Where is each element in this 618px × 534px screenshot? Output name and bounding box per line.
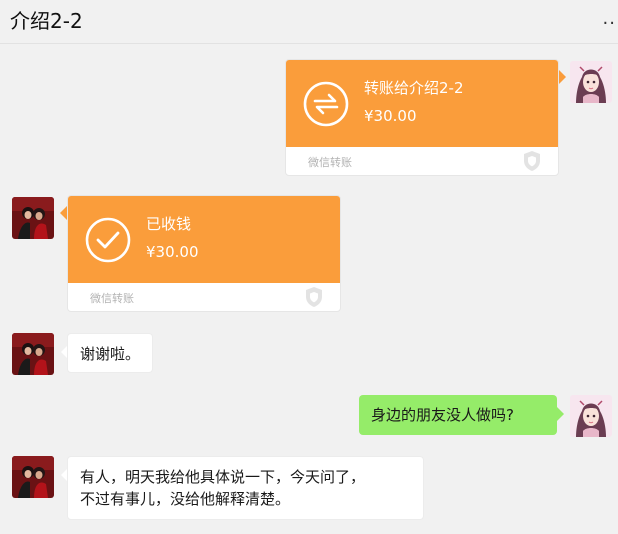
transfer-amount: ¥30.00 bbox=[146, 243, 199, 261]
self-avatar[interactable] bbox=[570, 395, 612, 437]
message-bubble-incoming[interactable]: 谢谢啦。 bbox=[67, 333, 154, 373]
transfer-arrows-icon bbox=[303, 81, 349, 127]
bubble-tail bbox=[557, 407, 564, 421]
message-text-line: 不过有事儿，没给他解释清楚。 bbox=[80, 490, 291, 508]
transfer-received-tail bbox=[60, 206, 67, 220]
transfer-footer-label: 微信转账 bbox=[308, 156, 352, 169]
transfer-received-card[interactable]: 已收钱 ¥30.00 微信转账 bbox=[67, 195, 341, 312]
transfer-footer-label: 微信转账 bbox=[90, 292, 134, 305]
transfer-status: 已收钱 bbox=[146, 215, 192, 233]
transfer-sent-tail bbox=[559, 70, 566, 84]
message-text: 身边的朋友没人做吗? bbox=[371, 406, 514, 424]
transfer-sent-card[interactable]: 转账给介绍2-2 ¥30.00 微信转账 bbox=[285, 59, 559, 176]
contact-avatar[interactable] bbox=[12, 333, 54, 375]
wechat-pay-shield-icon bbox=[524, 151, 540, 171]
chat-header: 介绍2-2 .. bbox=[0, 0, 618, 44]
contact-avatar[interactable] bbox=[12, 197, 54, 239]
transfer-amount: ¥30.00 bbox=[364, 107, 417, 125]
transfer-title: 转账给介绍2-2 bbox=[364, 79, 464, 97]
message-text: 谢谢啦。 bbox=[80, 345, 141, 363]
message-text-line: 有人，明天我给他具体说一下，今天问了， bbox=[80, 468, 366, 486]
more-options-icon[interactable]: .. bbox=[603, 8, 616, 29]
message-bubble-incoming[interactable]: 有人，明天我给他具体说一下，今天问了， 不过有事儿，没给他解释清楚。 bbox=[67, 456, 424, 520]
check-circle-icon bbox=[85, 217, 131, 263]
wechat-pay-shield-icon bbox=[306, 287, 322, 307]
chat-title: 介绍2-2 bbox=[10, 9, 83, 33]
self-avatar[interactable] bbox=[570, 61, 612, 103]
message-bubble-outgoing[interactable]: 身边的朋友没人做吗? bbox=[359, 395, 557, 435]
contact-avatar[interactable] bbox=[12, 456, 54, 498]
